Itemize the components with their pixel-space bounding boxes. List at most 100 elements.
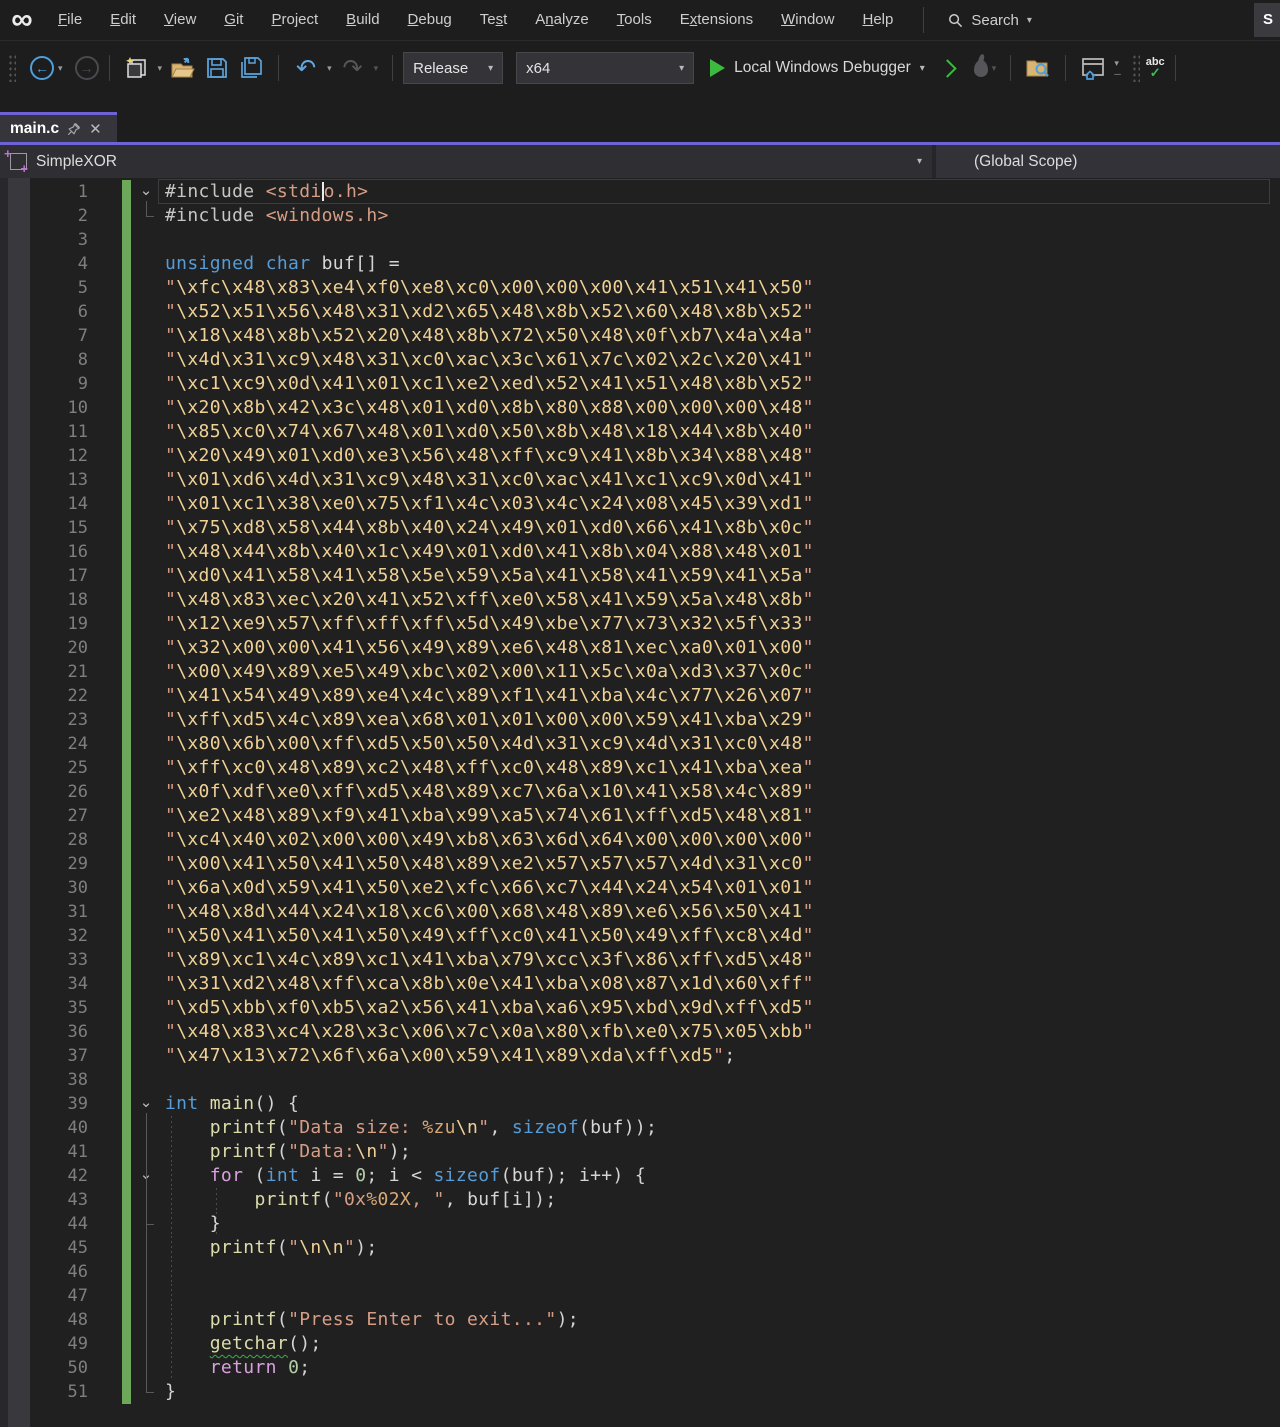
code-line[interactable]: 10"\x20\x8b\x42\x3c\x48\x01\xd0\x8b\x80\…	[0, 396, 1280, 420]
fold-chevron-icon[interactable]: ⌄	[136, 180, 156, 202]
code-line[interactable]: 15"\x75\xd8\x58\x44\x8b\x40\x24\x49\x01\…	[0, 516, 1280, 540]
code-line[interactable]: 18"\x48\x83\xec\x20\x41\x52\xff\xe0\x58\…	[0, 588, 1280, 612]
new-project-button[interactable]	[124, 55, 150, 81]
code-line[interactable]: 23"\xff\xd5\x4c\x89\xea\x68\x01\x01\x00\…	[0, 708, 1280, 732]
platform-caret-icon: ▾	[679, 63, 684, 74]
code-line[interactable]: 22"\x41\x54\x49\x89\xe4\x4c\x89\xf1\x41\…	[0, 684, 1280, 708]
configuration-combo[interactable]: Release ▾	[403, 52, 503, 84]
pin-tab-icon[interactable]	[67, 122, 81, 136]
undo-caret-icon[interactable]: ▾	[327, 63, 332, 74]
search-control[interactable]: Search ▾	[948, 12, 1032, 29]
code-line[interactable]: 47	[0, 1284, 1280, 1308]
code-line[interactable]: 39⌄int main() {	[0, 1092, 1280, 1116]
code-line[interactable]: 45 printf("\n\n");	[0, 1236, 1280, 1260]
code-line[interactable]: 9"\xc1\xc9\x0d\x41\x01\xc1\xe2\xed\x52\x…	[0, 372, 1280, 396]
code-line[interactable]: 40 printf("Data size: %zu\n", sizeof(buf…	[0, 1116, 1280, 1140]
platform-combo[interactable]: x64 ▾	[516, 52, 694, 84]
code-line[interactable]: 46	[0, 1260, 1280, 1284]
code-line[interactable]: 8"\x4d\x31\xc9\x48\x31\xc0\xac\x3c\x61\x…	[0, 348, 1280, 372]
line-number: 40	[0, 1116, 88, 1140]
code-line[interactable]: 31"\x48\x8d\x44\x24\x18\xc6\x00\x68\x48\…	[0, 900, 1280, 924]
code-line[interactable]: 3	[0, 228, 1280, 252]
code-line[interactable]: 43 printf("0x%02X, ", buf[i]);	[0, 1188, 1280, 1212]
code-line[interactable]: 12"\x20\x49\x01\xd0\xe3\x56\x48\xff\xc9\…	[0, 444, 1280, 468]
code-line[interactable]: 34"\x31\xd2\x48\xff\xca\x8b\x0e\x41\xba\…	[0, 972, 1280, 996]
code-line[interactable]: 42⌄ for (int i = 0; i < sizeof(buf); i++…	[0, 1164, 1280, 1188]
signin-badge[interactable]: S	[1254, 3, 1280, 37]
tab-main-c[interactable]: main.c ✕	[0, 112, 117, 142]
toolbar-grip[interactable]	[1132, 54, 1140, 82]
code-line[interactable]: 2#include <windows.h>	[0, 204, 1280, 228]
code-line[interactable]: 30"\x6a\x0d\x59\x41\x50\xe2\xfc\x66\xc7\…	[0, 876, 1280, 900]
code-line[interactable]: 48 printf("Press Enter to exit...");	[0, 1308, 1280, 1332]
code-line[interactable]: 33"\x89\xc1\x4c\x89\xc1\x41\xba\x79\xcc\…	[0, 948, 1280, 972]
start-debugging-button[interactable]: Local Windows Debugger ▾	[710, 59, 925, 77]
hot-reload-caret-icon[interactable]: ▾	[992, 63, 997, 74]
menu-item-test[interactable]: Test	[466, 0, 522, 40]
code-line[interactable]: 44 }	[0, 1212, 1280, 1236]
redo-caret-icon[interactable]: ▾	[374, 63, 379, 74]
code-line[interactable]: 38	[0, 1068, 1280, 1092]
code-line[interactable]: 35"\xd5\xbb\xf0\xb5\xa2\x56\x41\xba\xa6\…	[0, 996, 1280, 1020]
menu-item-git[interactable]: Git	[210, 0, 257, 40]
code-line[interactable]: 51}	[0, 1380, 1280, 1404]
code-line[interactable]: 29"\x00\x41\x50\x41\x50\x48\x89\xe2\x57\…	[0, 852, 1280, 876]
hot-reload-icon[interactable]	[974, 60, 988, 77]
menu-item-build[interactable]: Build	[332, 0, 393, 40]
menu-item-tools[interactable]: Tools	[603, 0, 666, 40]
code-line[interactable]: 36"\x48\x83\xc4\x28\x3c\x06\x7c\x0a\x80\…	[0, 1020, 1280, 1044]
code-line[interactable]: 21"\x00\x49\x89\xe5\x49\xbc\x02\x00\x11\…	[0, 660, 1280, 684]
code-line[interactable]: 41 printf("Data:\n");	[0, 1140, 1280, 1164]
code-line[interactable]: 1⌄#include <stdio.h>	[0, 180, 1280, 204]
code-line[interactable]: 14"\x01\xc1\x38\xe0\x75\xf1\x4c\x03\x4c\…	[0, 492, 1280, 516]
code-line[interactable]: 24"\x80\x6b\x00\xff\xd5\x50\x50\x4d\x31\…	[0, 732, 1280, 756]
code-line[interactable]: 20"\x32\x00\x00\x41\x56\x49\x89\xe6\x48\…	[0, 636, 1280, 660]
code-line[interactable]: 25"\xff\xc0\x48\x89\xc2\x48\xff\xc0\x48\…	[0, 756, 1280, 780]
toolbar-options-caret-icon[interactable]: ▾─	[1114, 58, 1119, 79]
toolbar-grip[interactable]	[8, 54, 16, 82]
menu-item-project[interactable]: Project	[257, 0, 332, 40]
code-line[interactable]: 37"\x47\x13\x72\x6f\x6a\x00\x59\x41\x89\…	[0, 1044, 1280, 1068]
code-line[interactable]: 28"\xc4\x40\x02\x00\x00\x49\xb8\x63\x6d\…	[0, 828, 1280, 852]
code-line[interactable]: 26"\x0f\xdf\xe0\xff\xd5\x48\x89\xc7\x6a\…	[0, 780, 1280, 804]
new-caret-icon[interactable]: ▾	[158, 63, 163, 74]
undo-button[interactable]: ↶	[293, 55, 319, 81]
menu-item-help[interactable]: Help	[848, 0, 907, 40]
fold-chevron-icon[interactable]: ⌄	[136, 1092, 156, 1114]
solution-explorer-button[interactable]	[1080, 55, 1106, 81]
redo-button[interactable]: ↷	[340, 55, 366, 81]
code-line[interactable]: 16"\x48\x44\x8b\x40\x1c\x49\x01\xd0\x41\…	[0, 540, 1280, 564]
code-line[interactable]: 7"\x18\x48\x8b\x52\x20\x48\x8b\x72\x50\x…	[0, 324, 1280, 348]
code-line[interactable]: 19"\x12\xe9\x57\xff\xff\xff\x5d\x49\xbe\…	[0, 612, 1280, 636]
code-editor[interactable]: 1⌄#include <stdio.h>2#include <windows.h…	[0, 178, 1280, 1427]
save-all-button[interactable]	[238, 55, 264, 81]
code-line[interactable]: 6"\x52\x51\x56\x48\x31\xd2\x65\x48\x8b\x…	[0, 300, 1280, 324]
navigate-forward-button[interactable]: →	[75, 56, 99, 80]
code-line[interactable]: 5"\xfc\x48\x83\xe4\xf0\xe8\xc0\x00\x00\x…	[0, 276, 1280, 300]
open-file-button[interactable]	[170, 55, 196, 81]
navigate-back-button[interactable]: ←	[30, 56, 54, 80]
menu-item-window[interactable]: Window	[767, 0, 848, 40]
code-line[interactable]: 49 getchar();	[0, 1332, 1280, 1356]
code-line[interactable]: 17"\xd0\x41\x58\x41\x58\x5e\x59\x5a\x41\…	[0, 564, 1280, 588]
menu-item-debug[interactable]: Debug	[394, 0, 466, 40]
back-caret-icon[interactable]: ▾	[58, 63, 63, 74]
save-button[interactable]	[204, 55, 230, 81]
code-line[interactable]: 11"\x85\xc0\x74\x67\x48\x01\xd0\x50\x8b\…	[0, 420, 1280, 444]
menu-item-analyze[interactable]: Analyze	[521, 0, 602, 40]
spell-checker-toggle[interactable]: abc ✓	[1146, 57, 1165, 79]
code-line[interactable]: 50 return 0;	[0, 1356, 1280, 1380]
find-in-files-button[interactable]	[1025, 55, 1051, 81]
menu-item-edit[interactable]: Edit	[96, 0, 150, 40]
menu-item-extensions[interactable]: Extensions	[666, 0, 767, 40]
start-without-debugging-button[interactable]	[938, 59, 956, 77]
code-line[interactable]: 4unsigned char buf[] =	[0, 252, 1280, 276]
menu-item-view[interactable]: View	[150, 0, 210, 40]
scope-dropdown[interactable]: (Global Scope)	[936, 145, 1280, 178]
code-line[interactable]: 32"\x50\x41\x50\x41\x50\x49\xff\xc0\x41\…	[0, 924, 1280, 948]
code-line[interactable]: 27"\xe2\x48\x89\xf9\x41\xba\x99\xa5\x74\…	[0, 804, 1280, 828]
code-line[interactable]: 13"\x01\xd6\x4d\x31\xc9\x48\x31\xc0\xac\…	[0, 468, 1280, 492]
menu-item-file[interactable]: File	[44, 0, 96, 40]
close-tab-icon[interactable]: ✕	[89, 120, 102, 138]
project-dropdown[interactable]: SimpleXOR ▾	[0, 145, 932, 178]
